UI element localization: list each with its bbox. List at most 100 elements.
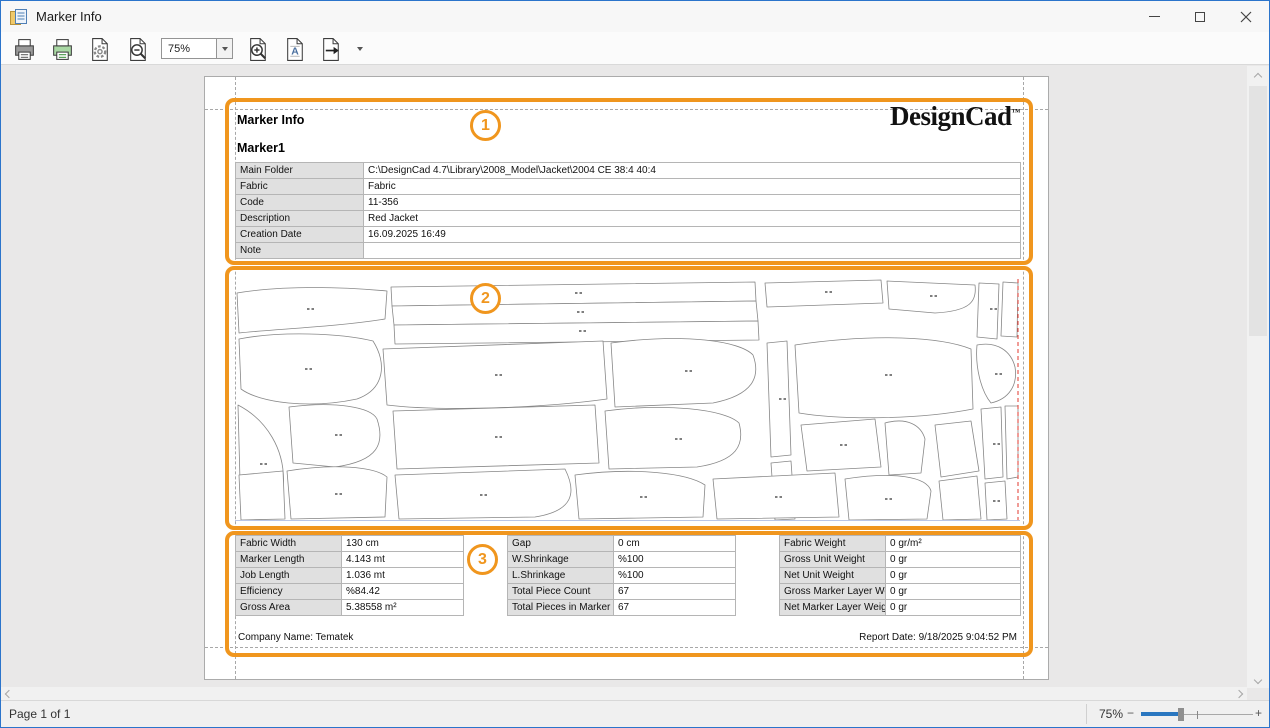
summary-value: 0 gr: [886, 552, 1021, 568]
annotation-badge-1: 1: [470, 110, 501, 141]
summary-value: %100: [614, 568, 736, 584]
quick-print-icon: [50, 37, 75, 62]
table-row: Efficiency%84.42: [236, 584, 464, 600]
table-row: Net Unit Weight0 gr: [780, 568, 1021, 584]
export-button[interactable]: [316, 35, 346, 63]
zoom-slider-tick: [1197, 711, 1198, 719]
chevron-left-icon: [5, 689, 13, 697]
summary-label: Fabric Weight: [780, 536, 886, 552]
summary-label: Gross Marker Layer We: [780, 584, 886, 600]
summary-value: 0 gr: [886, 600, 1021, 616]
export-dropdown-button[interactable]: [353, 42, 367, 56]
summary-table-middle: Gap0 cm W.Shrinkage%100 L.Shrinkage%100 …: [507, 535, 736, 616]
summary-label: Total Piece Count: [508, 584, 614, 600]
zoom-slider[interactable]: [1141, 701, 1253, 728]
report-date: Report Date: 9/18/2025 9:04:52 PM: [859, 632, 1017, 643]
summary-label: Fabric Width: [236, 536, 342, 552]
vertical-scrollbar-thumb[interactable]: [1249, 86, 1267, 336]
scroll-left-button[interactable]: [2, 687, 16, 700]
scroll-right-button[interactable]: [1232, 687, 1246, 700]
info-value: C:\DesignCad 4.7\Library\2008_Model\Jack…: [364, 163, 1021, 179]
table-row: Note: [236, 243, 1021, 259]
page-info: Page 1 of 1: [9, 707, 70, 721]
zoom-slider-thumb[interactable]: [1178, 708, 1184, 721]
chevron-down-icon: [222, 47, 228, 51]
summary-value: %100: [614, 552, 736, 568]
summary-value: 1.036 mt: [342, 568, 464, 584]
summary-value: 0 gr: [886, 584, 1021, 600]
statusbar: Page 1 of 1 75% − +: [1, 700, 1269, 727]
info-label: Description: [236, 211, 364, 227]
minimize-button[interactable]: [1131, 1, 1177, 32]
table-row: Fabric Width130 cm: [236, 536, 464, 552]
summary-table-left: Fabric Width130 cm Marker Length4.143 mt…: [235, 535, 464, 616]
vertical-scrollbar[interactable]: [1247, 66, 1269, 688]
zoom-combobox-value[interactable]: 75%: [161, 38, 217, 59]
scroll-up-button[interactable]: [1251, 70, 1265, 83]
summary-label: Efficiency: [236, 584, 342, 600]
zoom-combobox[interactable]: 75%: [161, 38, 233, 59]
horizontal-scrollbar[interactable]: [1, 687, 1247, 700]
table-row: Job Length1.036 mt: [236, 568, 464, 584]
summary-label: Gross Area: [236, 600, 342, 616]
marker-info-table: Main FolderC:\DesignCad 4.7\Library\2008…: [235, 162, 1021, 259]
close-button[interactable]: [1223, 1, 1269, 32]
summary-value: 0 gr: [886, 568, 1021, 584]
print-button[interactable]: [9, 35, 39, 63]
zoom-in-button[interactable]: [243, 35, 273, 63]
info-label: Fabric: [236, 179, 364, 195]
info-label: Note: [236, 243, 364, 259]
info-label: Main Folder: [236, 163, 364, 179]
summary-label: Net Marker Layer Weig: [780, 600, 886, 616]
page-setup-icon: [88, 37, 113, 62]
toolbar: 75% A: [1, 32, 1269, 65]
quick-print-button[interactable]: [47, 35, 77, 63]
info-value: 16.09.2025 16:49: [364, 227, 1021, 243]
maximize-icon: [1195, 12, 1205, 22]
page-setup-button[interactable]: [85, 35, 115, 63]
printer-icon: [12, 37, 37, 62]
zoom-in-control[interactable]: +: [1255, 706, 1262, 720]
zoom-combobox-dropdown-button[interactable]: [217, 38, 233, 59]
summary-value: 67: [614, 600, 736, 616]
annotation-badge-2: 2: [470, 283, 501, 314]
export-icon: [319, 37, 344, 62]
zoom-out-icon: [126, 37, 151, 62]
report-title: Marker Info: [237, 113, 304, 127]
margin-guide-right: [1023, 77, 1024, 679]
table-row: Total Pieces in Marker67: [508, 600, 736, 616]
summary-value: 4.143 mt: [342, 552, 464, 568]
marker-info-window: Marker Info: [0, 0, 1270, 728]
table-row: DescriptionRed Jacket: [236, 211, 1021, 227]
info-value: Fabric: [364, 179, 1021, 195]
marker-layout-image: [235, 279, 1020, 521]
zoom-out-button[interactable]: [123, 35, 153, 63]
table-row: Gap0 cm: [508, 536, 736, 552]
chevron-up-icon: [1254, 72, 1262, 80]
statusbar-separator: [1086, 704, 1087, 724]
info-value: 11-356: [364, 195, 1021, 211]
font-settings-button[interactable]: A: [280, 35, 310, 63]
company-name: Company Name: Tematek: [238, 632, 353, 643]
summary-label: W.Shrinkage: [508, 552, 614, 568]
zoom-out-control[interactable]: −: [1127, 706, 1134, 720]
info-value: Red Jacket: [364, 211, 1021, 227]
table-row: Fabric Weight0 gr/m²: [780, 536, 1021, 552]
table-row: W.Shrinkage%100: [508, 552, 736, 568]
titlebar: Marker Info: [1, 1, 1269, 32]
table-row: Creation Date16.09.2025 16:49: [236, 227, 1021, 243]
table-row: FabricFabric: [236, 179, 1021, 195]
table-row: Total Piece Count67: [508, 584, 736, 600]
summary-label: Marker Length: [236, 552, 342, 568]
marker-name: Marker1: [237, 141, 285, 155]
summary-label: Gross Unit Weight: [780, 552, 886, 568]
summary-label: Gap: [508, 536, 614, 552]
export-caret-icon: [357, 47, 363, 51]
table-row: Net Marker Layer Weig0 gr: [780, 600, 1021, 616]
scroll-down-button[interactable]: [1251, 673, 1265, 686]
maximize-button[interactable]: [1177, 1, 1223, 32]
chevron-right-icon: [1235, 689, 1243, 697]
preview-area: Marker Info DesignCad™ Marker1 Main Fold…: [1, 66, 1247, 688]
minimize-icon: [1149, 16, 1160, 17]
table-row: Main FolderC:\DesignCad 4.7\Library\2008…: [236, 163, 1021, 179]
